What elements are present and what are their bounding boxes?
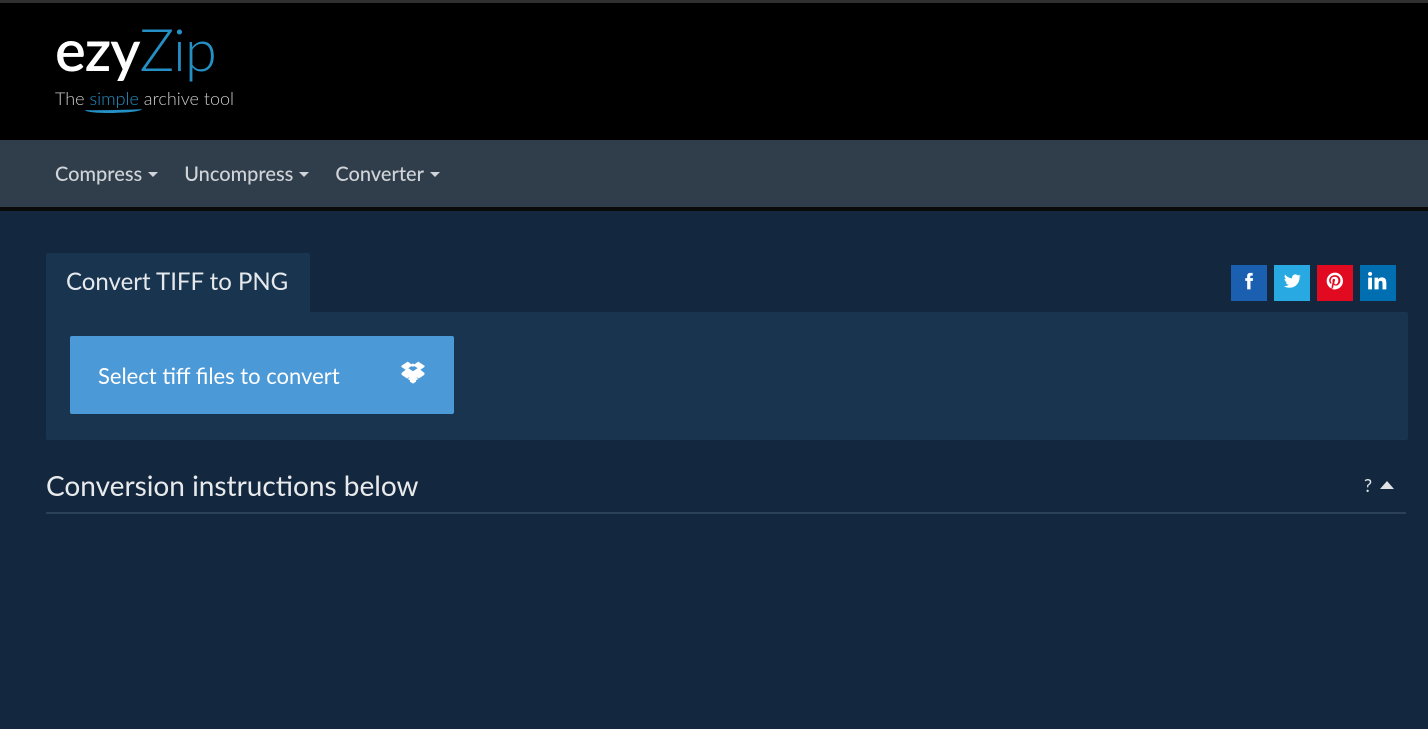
instructions-toggle[interactable]: ? — [1364, 474, 1394, 496]
main-nav: Compress Uncompress Converter — [0, 140, 1428, 207]
page-title: Convert TIFF to PNG — [66, 267, 288, 296]
nav-uncompress-label: Uncompress — [184, 162, 293, 186]
help-icon: ? — [1364, 474, 1372, 496]
tagline-highlight: simple — [89, 87, 138, 109]
logo-part-zip: Zip — [140, 15, 216, 84]
nav-compress[interactable]: Compress — [55, 162, 158, 186]
share-pinterest[interactable] — [1317, 265, 1353, 301]
nav-converter-label: Converter — [335, 162, 424, 186]
chevron-up-icon — [1380, 481, 1394, 489]
page-title-tab: Convert TIFF to PNG — [46, 253, 310, 312]
nav-converter[interactable]: Converter — [335, 162, 440, 186]
nav-compress-label: Compress — [55, 162, 142, 186]
logo-tagline: The simple archive tool — [55, 87, 1373, 109]
dropbox-icon[interactable] — [400, 360, 426, 391]
twitter-icon — [1282, 271, 1302, 295]
select-files-button[interactable]: Select tiff files to convert — [70, 336, 454, 414]
chevron-down-icon — [430, 172, 440, 177]
share-linkedin[interactable] — [1360, 265, 1396, 301]
main-content: Convert TIFF to PNG — [0, 211, 1428, 514]
social-share-row — [1231, 265, 1396, 301]
logo-text: ezyZip — [55, 21, 1373, 79]
select-files-label: Select tiff files to convert — [98, 362, 340, 389]
site-header: ezyZip The simple archive tool — [0, 3, 1428, 140]
instructions-header: Conversion instructions below ? — [46, 468, 1408, 502]
pinterest-icon — [1325, 271, 1345, 295]
chevron-down-icon — [299, 172, 309, 177]
tagline-suffix: archive tool — [139, 87, 234, 109]
nav-uncompress[interactable]: Uncompress — [184, 162, 309, 186]
share-twitter[interactable] — [1274, 265, 1310, 301]
linkedin-icon — [1368, 271, 1388, 295]
share-facebook[interactable] — [1231, 265, 1267, 301]
instructions-title: Conversion instructions below — [46, 468, 419, 502]
tab-row: Convert TIFF to PNG — [46, 253, 1408, 312]
upload-panel: Select tiff files to convert — [46, 312, 1408, 440]
chevron-down-icon — [148, 172, 158, 177]
logo-part-ezy: ezy — [55, 15, 140, 84]
instructions-divider — [46, 512, 1406, 514]
tagline-prefix: The — [55, 87, 89, 109]
facebook-icon — [1239, 271, 1259, 295]
logo[interactable]: ezyZip The simple archive tool — [55, 21, 1373, 109]
